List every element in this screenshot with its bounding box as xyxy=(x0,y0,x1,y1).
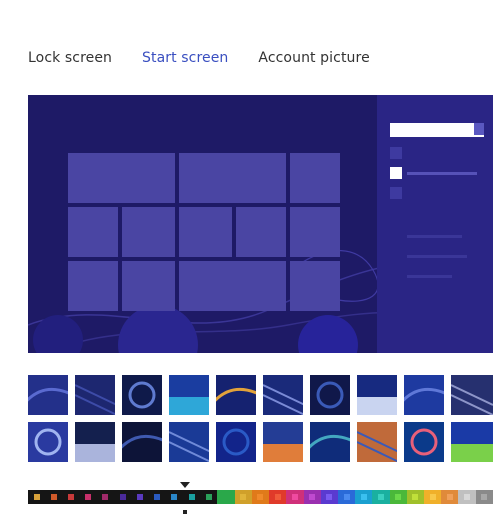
start-screen-preview xyxy=(28,95,493,353)
pattern-thumbnail[interactable] xyxy=(122,375,162,415)
color-swatch[interactable] xyxy=(62,490,80,504)
tile xyxy=(290,261,340,311)
pattern-thumbnail[interactable] xyxy=(451,422,493,462)
tab-account-picture[interactable]: Account picture xyxy=(258,50,369,66)
settings-charm-preview xyxy=(377,95,493,353)
pattern-thumbnail[interactable] xyxy=(75,375,115,415)
tile xyxy=(122,207,175,257)
tile xyxy=(179,261,286,311)
tile xyxy=(68,153,175,203)
color-swatch[interactable] xyxy=(303,490,321,504)
color-swatch[interactable] xyxy=(131,490,149,504)
color-swatch[interactable] xyxy=(355,490,373,504)
tile xyxy=(179,153,286,203)
color-swatch[interactable] xyxy=(45,490,63,504)
color-swatch[interactable] xyxy=(251,490,270,504)
color-swatch[interactable] xyxy=(286,490,304,504)
color-swatch[interactable] xyxy=(200,490,218,504)
tile xyxy=(68,207,118,257)
color-swatch[interactable] xyxy=(96,490,115,504)
color-swatch[interactable] xyxy=(79,490,97,504)
color-swatch[interactable] xyxy=(441,490,459,504)
color-selector-marker xyxy=(183,510,187,514)
tile xyxy=(179,207,232,257)
charm-swatch-selected xyxy=(390,167,402,179)
pattern-thumbnail[interactable] xyxy=(122,422,162,462)
tab-start-screen[interactable]: Start screen xyxy=(142,50,228,66)
color-swatch[interactable] xyxy=(424,490,442,504)
color-swatch[interactable] xyxy=(165,490,183,504)
color-swatch[interactable] xyxy=(389,490,407,504)
personalize-tabs: Lock screen Start screen Account picture xyxy=(28,50,370,66)
color-swatch[interactable] xyxy=(320,490,338,504)
color-swatch[interactable] xyxy=(28,490,46,504)
tile xyxy=(236,207,286,257)
color-swatch[interactable] xyxy=(406,490,425,504)
charm-swatch xyxy=(390,147,402,159)
pattern-thumbnail[interactable] xyxy=(28,375,68,415)
charm-line xyxy=(407,275,452,278)
pattern-thumbnail[interactable] xyxy=(216,422,256,462)
pattern-thumbnail[interactable] xyxy=(310,422,350,462)
color-selector-pointer xyxy=(180,482,190,488)
pattern-thumbnail[interactable] xyxy=(263,375,303,415)
pattern-thumbnail[interactable] xyxy=(263,422,303,462)
pattern-thumbnail[interactable] xyxy=(28,422,68,462)
tile xyxy=(68,261,118,311)
tab-lock-screen[interactable]: Lock screen xyxy=(28,50,112,66)
pattern-thumbnail[interactable] xyxy=(404,422,444,462)
pattern-thumbnail[interactable] xyxy=(75,422,115,462)
pattern-thumbnail[interactable] xyxy=(357,375,397,415)
pattern-thumbnail[interactable] xyxy=(216,375,256,415)
charm-line xyxy=(407,235,462,238)
color-swatch[interactable] xyxy=(217,490,235,504)
color-palette xyxy=(28,490,493,504)
pattern-thumbnail[interactable] xyxy=(169,375,209,415)
color-swatch[interactable] xyxy=(372,490,390,504)
pattern-thumbnail[interactable] xyxy=(357,422,397,462)
charm-swatch xyxy=(390,187,402,199)
charm-title-bar xyxy=(390,123,484,137)
pattern-thumbnail[interactable] xyxy=(310,375,350,415)
tile xyxy=(122,261,175,311)
tile xyxy=(290,153,340,203)
pattern-thumbnail[interactable] xyxy=(451,375,493,415)
pattern-thumbnail[interactable] xyxy=(404,375,444,415)
color-swatch[interactable] xyxy=(458,490,476,504)
color-swatch[interactable] xyxy=(269,490,287,504)
color-swatch[interactable] xyxy=(475,490,493,504)
charm-line xyxy=(407,255,467,258)
tile xyxy=(290,207,340,257)
color-swatch[interactable] xyxy=(234,490,252,504)
color-swatch[interactable] xyxy=(148,490,166,504)
charm-line xyxy=(407,172,477,175)
color-swatch[interactable] xyxy=(114,490,132,504)
pattern-thumbnail[interactable] xyxy=(169,422,209,462)
color-swatch[interactable] xyxy=(182,490,201,504)
color-swatch[interactable] xyxy=(337,490,356,504)
